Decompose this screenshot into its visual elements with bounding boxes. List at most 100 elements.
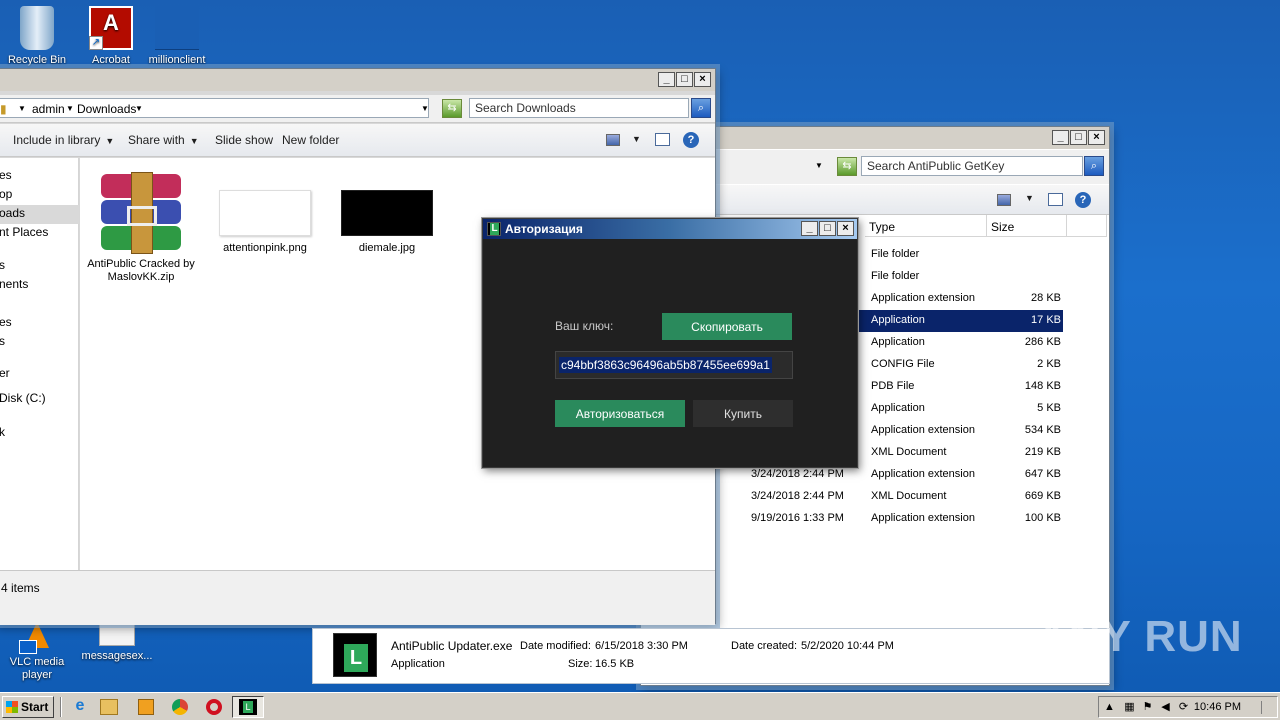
row-type: Application (871, 336, 925, 348)
file-item-jpg[interactable]: diemale.jpg (332, 174, 442, 255)
row-type: Application extension (871, 468, 975, 480)
application-icon: L (333, 633, 377, 677)
refresh-icon[interactable]: ⇆ (442, 99, 462, 118)
column-header-type[interactable]: Type (865, 215, 987, 237)
flag-icon[interactable]: ⚑ (1141, 701, 1154, 714)
breadcrumb[interactable]: ▮ ▼ admin ▼ Downloads ▼ ▼ (0, 98, 429, 118)
row-type: Application extension (871, 512, 975, 524)
windows-logo-icon (6, 701, 18, 713)
chevron-down-icon[interactable]: ▼ (18, 104, 26, 113)
chevron-up-icon[interactable]: ▲ (1103, 701, 1116, 714)
image-thumbnail (219, 190, 311, 236)
help-icon[interactable]: ? (683, 132, 699, 148)
start-button[interactable]: Start (2, 696, 54, 718)
anyrun-watermark: ANY RUN (1036, 612, 1243, 661)
column-header-blank (1067, 215, 1107, 237)
show-desktop-button[interactable] (1261, 701, 1275, 714)
nav-item[interactable]: op (0, 187, 12, 201)
desktop-icon-messagesex[interactable]: messagesex... (80, 622, 154, 663)
desktop-icon-vlc[interactable]: VLC media player (0, 622, 74, 682)
search-icon[interactable]: ⌕ (1084, 156, 1104, 176)
search-input[interactable]: Search Downloads (469, 98, 689, 118)
row-date: 3/24/2018 2:44 PM (751, 490, 844, 502)
row-size: 669 KB (1024, 490, 1061, 502)
chevron-down-icon[interactable]: ▼ (135, 104, 143, 113)
preview-pane-icon[interactable] (1048, 193, 1063, 206)
vlc-icon (17, 622, 57, 654)
nav-item[interactable]: er (0, 366, 10, 380)
nav-item[interactable]: nents (0, 277, 28, 291)
file-name: diemale.jpg (358, 242, 416, 254)
new-folder-button[interactable]: New folder (282, 133, 339, 147)
row-size: 219 KB (1024, 446, 1061, 458)
nav-item[interactable]: oads (0, 206, 25, 220)
nav-item[interactable]: Disk (C:) (0, 391, 46, 405)
system-tray: ▲ ▦ ⚑ ◀ ⟳ 10:46 PM (1098, 696, 1278, 718)
document-icon (99, 622, 135, 646)
nav-item[interactable]: es (0, 168, 12, 182)
winrar-archive-icon (95, 172, 187, 254)
nav-item[interactable]: s (0, 258, 5, 272)
taskbar: Start e ▲ ▦ ⚑ ◀ ⟳ 10:46 PM (0, 692, 1280, 720)
nav-item[interactable]: es (0, 315, 12, 329)
details-size-label: Size: (568, 658, 593, 670)
file-item-png[interactable]: attentionpink.png (210, 174, 320, 255)
minimize-button[interactable]: _ (801, 221, 818, 236)
maximize-button[interactable]: □ (676, 72, 693, 87)
maximize-button[interactable]: □ (819, 221, 836, 236)
nav-item[interactable]: nt Places (0, 225, 48, 239)
nav-item[interactable]: k (0, 425, 5, 439)
clock[interactable]: 10:46 PM (1194, 701, 1241, 713)
copy-button[interactable]: Скопировать (662, 313, 792, 340)
preview-pane-icon[interactable] (655, 133, 670, 146)
column-header-size[interactable]: Size (987, 215, 1067, 237)
chrome-icon[interactable] (172, 699, 188, 715)
button-label: Include in library (13, 133, 101, 147)
file-name: attentionpink.png (223, 242, 307, 254)
key-field[interactable]: c94bbf3863c96496ab5b87455ee699a1 (555, 351, 793, 379)
command-bar: Include in library ▼ Share with ▼ Slide sh… (0, 124, 715, 157)
sync-icon[interactable]: ⟳ (1177, 701, 1190, 714)
share-with-button[interactable]: Share with ▼ (128, 133, 199, 147)
details-pane: L AntiPublic Updater.exe Date modified: … (312, 628, 1110, 684)
row-type: Application extension (871, 292, 975, 304)
chevron-down-icon[interactable]: ▼ (66, 104, 74, 113)
minimize-button[interactable]: _ (658, 72, 675, 87)
chevron-down-icon[interactable]: ▼ (815, 161, 823, 170)
chevron-down-icon[interactable]: ▼ (632, 134, 641, 144)
breadcrumb-item-downloads[interactable]: Downloads (77, 102, 136, 116)
nav-item[interactable]: s (0, 334, 5, 348)
refresh-icon[interactable]: ⇆ (837, 157, 857, 176)
desktop-icon-recycle-bin[interactable]: Recycle Bin (0, 6, 74, 67)
buy-button[interactable]: Купить (693, 400, 793, 427)
help-icon[interactable]: ? (1075, 192, 1091, 208)
row-type: PDB File (871, 380, 915, 392)
minimize-button[interactable]: _ (1052, 130, 1069, 145)
network-icon[interactable]: ▦ (1123, 701, 1136, 714)
slide-show-button[interactable]: Slide show (215, 133, 273, 147)
media-player-icon[interactable] (138, 699, 154, 715)
search-input[interactable]: Search AntiPublic GetKey (861, 156, 1083, 176)
include-in-library-button[interactable]: Include in library ▼ (13, 133, 114, 147)
view-options-icon[interactable] (606, 134, 620, 146)
internet-explorer-icon[interactable]: e (70, 697, 90, 717)
file-explorer-icon[interactable] (100, 699, 118, 715)
close-button[interactable]: × (694, 72, 711, 87)
close-button[interactable]: × (1088, 130, 1105, 145)
address-history-dropdown[interactable]: ▼ (421, 104, 429, 113)
taskbar-button-antipublic[interactable] (232, 696, 264, 718)
view-options-icon[interactable] (997, 194, 1011, 206)
close-button[interactable]: × (837, 221, 854, 236)
chevron-down-icon[interactable]: ▼ (1025, 193, 1034, 203)
file-item-zip[interactable]: AntiPublic Cracked by MaslovKK.zip (86, 172, 196, 284)
desktop-icon-millionclient[interactable]: millionclient (140, 6, 214, 67)
volume-icon[interactable]: ◀ (1159, 701, 1172, 714)
search-icon[interactable]: ⌕ (691, 98, 711, 118)
breadcrumb-item-admin[interactable]: admin (32, 102, 65, 116)
desktop-icon-acrobat[interactable]: ↗ Acrobat (74, 6, 148, 67)
maximize-button[interactable]: □ (1070, 130, 1087, 145)
file-name: AntiPublic Cracked by MaslovKK.zip (87, 258, 195, 283)
opera-icon[interactable] (206, 699, 222, 715)
details-created-value: 5/2/2020 10:44 PM (801, 640, 894, 652)
authorize-button[interactable]: Авторизоваться (555, 400, 685, 427)
